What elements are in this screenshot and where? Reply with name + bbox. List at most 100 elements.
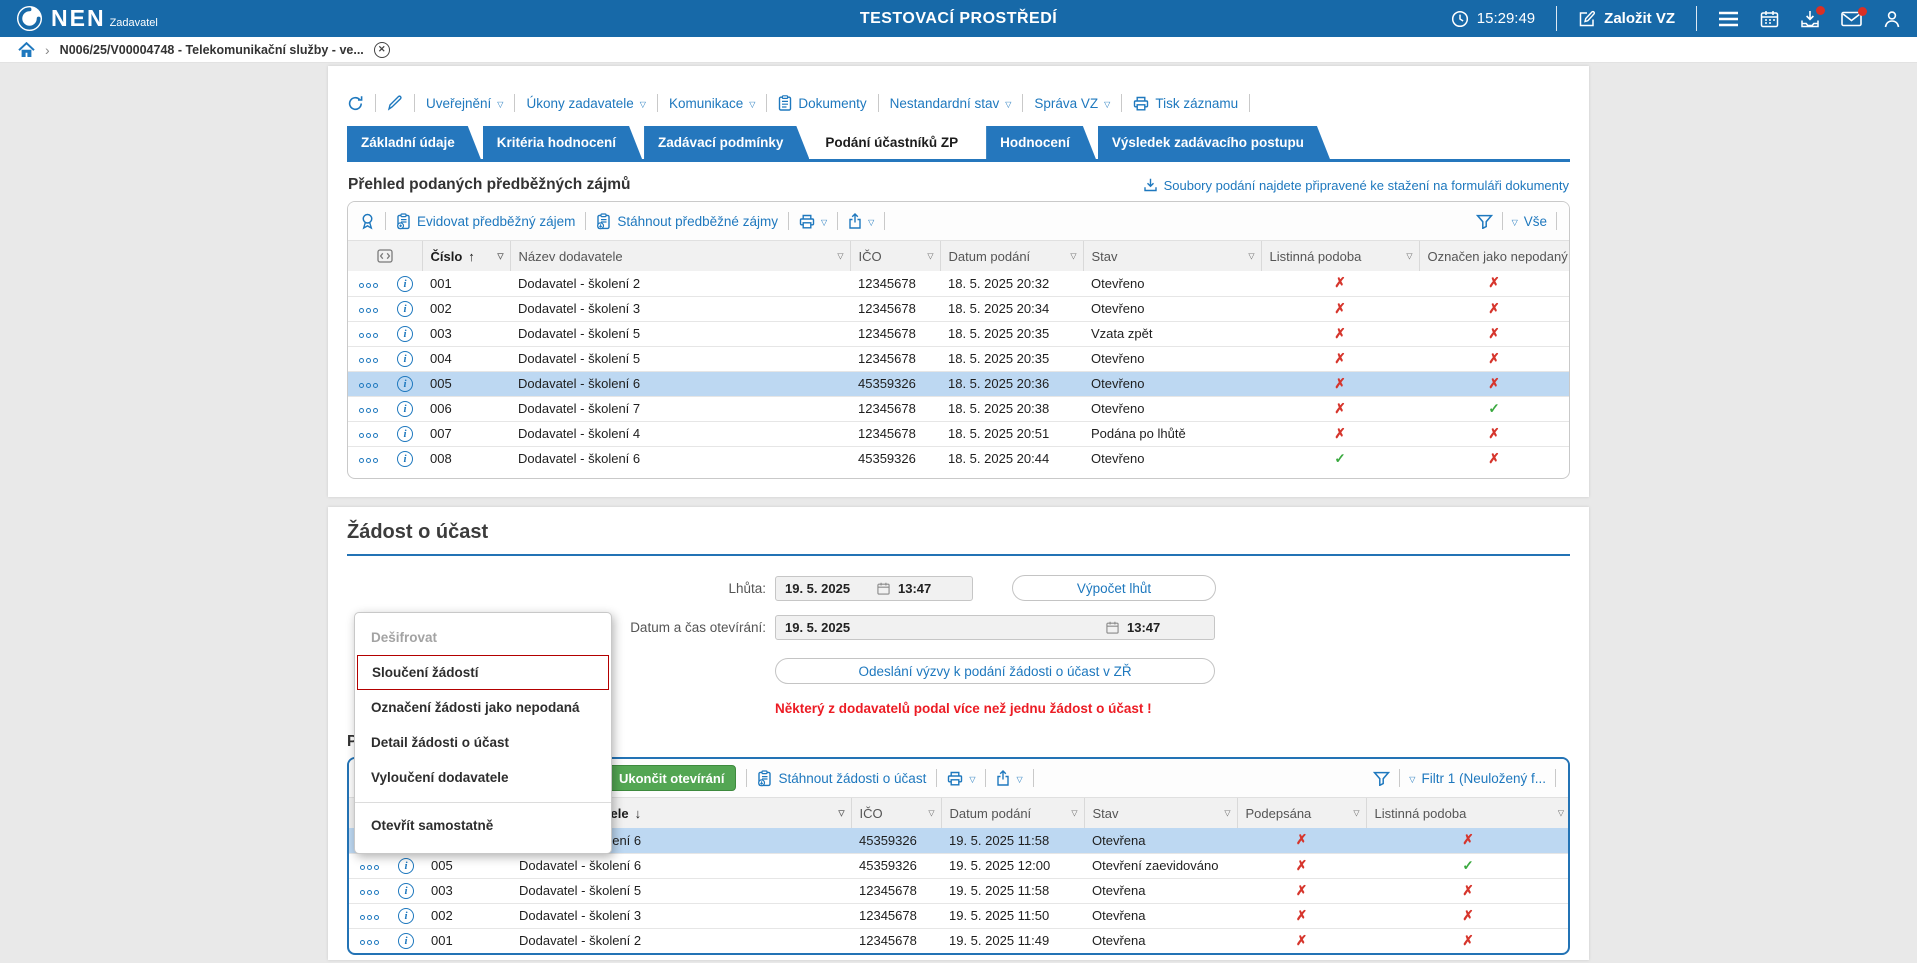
- context-menu-item-3[interactable]: Detail žádosti o účast: [355, 725, 611, 760]
- table-row[interactable]: i005Dodavatel - školení 64535932619. 5. …: [349, 853, 1570, 878]
- mail-icon[interactable]: [1841, 11, 1862, 27]
- context-menu-item-4[interactable]: Vyloučení dodavatele: [355, 760, 611, 795]
- table-row[interactable]: i008Dodavatel - školení 64535932618. 5. …: [348, 446, 1569, 471]
- tab-5[interactable]: Výsledek zadávacího postupu: [1098, 126, 1330, 159]
- table-row[interactable]: i002Dodavatel - školení 31234567819. 5. …: [349, 903, 1570, 928]
- menu-komunikace[interactable]: Komunikace▽: [669, 96, 755, 111]
- row-actions-button[interactable]: [358, 862, 381, 873]
- column-settings-icon[interactable]: [377, 249, 393, 263]
- row-info-icon[interactable]: i: [397, 376, 413, 392]
- column-header-2[interactable]: IČO▽: [851, 798, 941, 828]
- create-vz-button[interactable]: Založit VZ: [1578, 10, 1675, 28]
- download-preliminary-interests-button[interactable]: Stáhnout předběžné zájmy: [596, 213, 778, 230]
- row-info-icon[interactable]: i: [398, 858, 414, 874]
- column-header-2[interactable]: IČO▽: [850, 241, 940, 271]
- column-header-5[interactable]: Listinná podoba▽: [1261, 241, 1419, 271]
- row-info-icon[interactable]: i: [397, 426, 413, 442]
- table-row[interactable]: i005Dodavatel - školení 64535932618. 5. …: [348, 371, 1569, 396]
- table-row[interactable]: i004Dodavatel - školení 51234567818. 5. …: [348, 346, 1569, 371]
- vypocet-lhut-button[interactable]: Výpočet lhůt: [1012, 575, 1216, 601]
- column-filter-icon[interactable]: ▽: [1406, 252, 1412, 261]
- column-filter-icon[interactable]: ▽: [928, 809, 934, 818]
- filter-button[interactable]: [1476, 214, 1493, 229]
- column-header-5[interactable]: Podepsána▽: [1237, 798, 1366, 828]
- column-header-4[interactable]: Stav▽: [1083, 241, 1261, 271]
- column-header-0[interactable]: Číslo↑▽: [422, 241, 510, 271]
- context-menu-item-5[interactable]: Otevřít samostatně: [355, 802, 611, 843]
- inbox-download-icon[interactable]: [1800, 10, 1820, 28]
- table-row[interactable]: i002Dodavatel - školení 31234567818. 5. …: [348, 296, 1569, 321]
- column-header-6[interactable]: Listinná podoba▽: [1366, 798, 1570, 828]
- menu-ukony-zadavatele[interactable]: Úkony zadavatele▽: [526, 96, 645, 111]
- row-info-icon[interactable]: i: [398, 908, 414, 924]
- row-actions-button[interactable]: [358, 937, 381, 948]
- column-header-3[interactable]: Datum podání▽: [940, 241, 1083, 271]
- table-row[interactable]: i003Dodavatel - školení 51234567818. 5. …: [348, 321, 1569, 346]
- edit-record-button[interactable]: [387, 95, 403, 111]
- lhuta-datetime-input[interactable]: 19. 5. 2025 13:47: [775, 576, 973, 601]
- column-filter-icon[interactable]: ▽: [838, 809, 844, 818]
- column-filter-icon[interactable]: ▽: [1248, 252, 1254, 261]
- table-row[interactable]: i006Dodavatel - školení 71234567818. 5. …: [348, 396, 1569, 421]
- column-header-3[interactable]: Datum podání▽: [941, 798, 1084, 828]
- export-table-button[interactable]: ▽: [848, 213, 874, 229]
- menu-dokumenty[interactable]: Dokumenty: [778, 95, 866, 111]
- menu-nestandardni-stav[interactable]: Nestandardní stav▽: [890, 96, 1012, 111]
- column-filter-icon[interactable]: ▽: [497, 252, 503, 261]
- table-row[interactable]: i003Dodavatel - školení 51234567819. 5. …: [349, 878, 1570, 903]
- calendar-icon[interactable]: [1760, 10, 1779, 28]
- row-info-icon[interactable]: i: [397, 351, 413, 367]
- print-table-button[interactable]: ▽: [947, 771, 975, 786]
- breadcrumb-record[interactable]: N006/25/V00004748 - Telekomunikační služ…: [60, 43, 364, 57]
- filter-button[interactable]: [1373, 771, 1390, 786]
- nen-logo[interactable]: NEN Zadavatel: [16, 5, 158, 32]
- menu-tisk-zaznamu[interactable]: Tisk záznamu: [1133, 96, 1238, 111]
- download-submissions-link[interactable]: Soubory podání najdete připravené ke sta…: [1143, 178, 1569, 193]
- tab-1[interactable]: Kritéria hodnocení: [483, 126, 642, 159]
- end-opening-button[interactable]: Ukončit otevírání: [607, 765, 736, 791]
- odeslani-vyzvy-button[interactable]: Odeslání výzvy k podání žádosti o účast …: [775, 658, 1215, 684]
- row-actions-button[interactable]: [357, 430, 380, 441]
- calendar-small-icon[interactable]: [1106, 621, 1119, 634]
- certificate-button[interactable]: [360, 213, 375, 230]
- tab-3[interactable]: Podání účastníků ZP: [811, 126, 984, 159]
- row-actions-button[interactable]: [358, 912, 381, 923]
- column-header-6[interactable]: Označen jako nepodaný: [1419, 241, 1569, 271]
- context-menu-item-1[interactable]: Sloučení žádostí: [357, 655, 609, 690]
- column-filter-icon[interactable]: ▽: [1224, 809, 1230, 818]
- home-icon[interactable]: [18, 42, 35, 58]
- column-filter-icon[interactable]: ▽: [837, 252, 843, 261]
- row-actions-button[interactable]: [357, 380, 380, 391]
- column-filter-icon[interactable]: ▽: [1071, 809, 1077, 818]
- column-settings-header[interactable]: [348, 241, 422, 271]
- close-tab-icon[interactable]: ✕: [374, 42, 390, 58]
- row-info-icon[interactable]: i: [397, 401, 413, 417]
- context-menu-item-2[interactable]: Označení žádosti jako nepodaná: [355, 690, 611, 725]
- filter-preset-dropdown[interactable]: ▽ Filtr 1 (Neuložený f...: [1409, 771, 1546, 786]
- tab-0[interactable]: Základní údaje: [347, 126, 481, 159]
- column-header-4[interactable]: Stav▽: [1084, 798, 1237, 828]
- row-info-icon[interactable]: i: [398, 933, 414, 949]
- row-info-icon[interactable]: i: [397, 326, 413, 342]
- table-row[interactable]: i007Dodavatel - školení 41234567818. 5. …: [348, 421, 1569, 446]
- menu-sprava-vz[interactable]: Správa VZ▽: [1034, 96, 1110, 111]
- row-actions-button[interactable]: [357, 355, 380, 366]
- table-row[interactable]: i001Dodavatel - školení 21234567819. 5. …: [349, 928, 1570, 953]
- column-filter-icon[interactable]: ▽: [1558, 809, 1564, 818]
- column-filter-icon[interactable]: ▽: [1070, 252, 1076, 261]
- refresh-button[interactable]: [347, 95, 364, 112]
- filter-preset-dropdown[interactable]: ▽ Vše: [1512, 214, 1547, 229]
- row-actions-button[interactable]: [357, 455, 380, 466]
- download-requests-button[interactable]: Stáhnout žádosti o účast: [757, 770, 926, 787]
- row-info-icon[interactable]: i: [398, 883, 414, 899]
- row-actions-button[interactable]: [357, 330, 380, 341]
- tab-2[interactable]: Zadávací podmínky: [644, 126, 809, 159]
- row-info-icon[interactable]: i: [397, 276, 413, 292]
- row-info-icon[interactable]: i: [397, 451, 413, 467]
- oteviranie-datetime-input[interactable]: 19. 5. 2025 13:47: [775, 615, 1215, 640]
- row-actions-button[interactable]: [357, 405, 380, 416]
- row-actions-button[interactable]: [358, 887, 381, 898]
- export-table-button[interactable]: ▽: [996, 770, 1022, 786]
- register-preliminary-interest-button[interactable]: Evidovat předběžný zájem: [396, 213, 575, 230]
- row-info-icon[interactable]: i: [397, 301, 413, 317]
